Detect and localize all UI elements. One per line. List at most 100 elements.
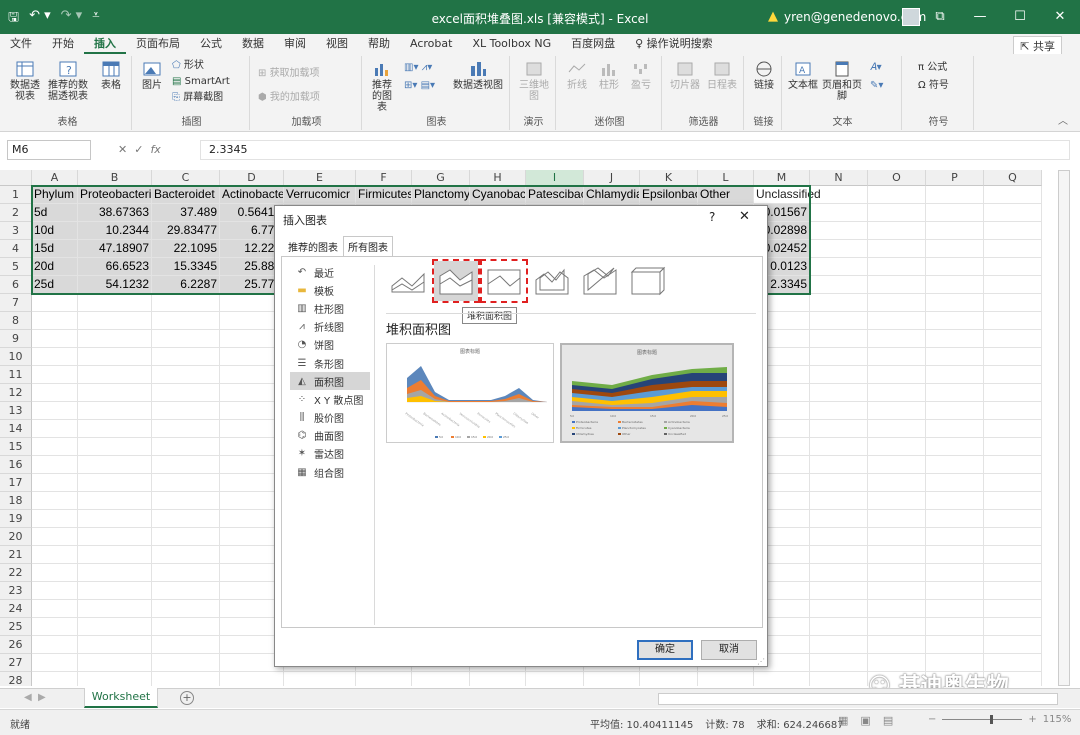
cell-I28[interactable] xyxy=(526,672,584,686)
cell-A22[interactable] xyxy=(32,564,78,582)
cell-P6[interactable] xyxy=(926,276,984,294)
cell-O10[interactable] xyxy=(868,348,926,366)
cell-B3[interactable]: 10.2344 xyxy=(78,222,152,240)
cell-C13[interactable] xyxy=(152,402,220,420)
column-header-K[interactable]: K xyxy=(640,170,698,186)
row-header-11[interactable]: 11 xyxy=(0,366,32,384)
cell-A13[interactable] xyxy=(32,402,78,420)
cell-C6[interactable]: 6.2287 xyxy=(152,276,220,294)
tab-insert[interactable]: 插入 xyxy=(84,34,126,54)
cell-O21[interactable] xyxy=(868,546,926,564)
cell-N7[interactable] xyxy=(810,294,868,312)
cell-A11[interactable] xyxy=(32,366,78,384)
cell-B25[interactable] xyxy=(78,618,152,636)
cell-A12[interactable] xyxy=(32,384,78,402)
cell-O8[interactable] xyxy=(868,312,926,330)
cell-A23[interactable] xyxy=(32,582,78,600)
cell-O12[interactable] xyxy=(868,384,926,402)
horizontal-scrollbar[interactable] xyxy=(658,693,1058,705)
column-header-B[interactable]: B xyxy=(78,170,152,186)
cell-C11[interactable] xyxy=(152,366,220,384)
equation-button[interactable]: π 公式 xyxy=(918,62,947,73)
cell-O11[interactable] xyxy=(868,366,926,384)
cell-C28[interactable] xyxy=(152,672,220,686)
symbol-button[interactable]: Ω 符号 xyxy=(918,80,949,91)
cell-N2[interactable] xyxy=(810,204,868,222)
cell-A25[interactable] xyxy=(32,618,78,636)
cell-Q14[interactable] xyxy=(984,420,1042,438)
cell-Q11[interactable] xyxy=(984,366,1042,384)
name-box[interactable]: M6 xyxy=(7,140,91,160)
cell-A5[interactable]: 20d xyxy=(32,258,78,276)
formula-input[interactable]: 2.3345 xyxy=(200,140,1070,160)
tab-page-layout[interactable]: 页面布局 xyxy=(126,34,190,54)
row-header-22[interactable]: 22 xyxy=(0,564,32,582)
cell-Q21[interactable] xyxy=(984,546,1042,564)
subtype-3d-stacked-area[interactable] xyxy=(578,261,622,301)
recommended-pivot-button[interactable]: ? 推荐的数据透视表 xyxy=(46,60,90,102)
chart-category-11[interactable]: ▦ 组合图 xyxy=(290,463,370,481)
cancel-icon[interactable]: ✕ xyxy=(118,143,127,156)
cell-O22[interactable] xyxy=(868,564,926,582)
tell-me-search[interactable]: ♀ 操作说明搜索 xyxy=(625,34,723,54)
column-header-J[interactable]: J xyxy=(584,170,640,186)
cell-C8[interactable] xyxy=(152,312,220,330)
cell-N10[interactable] xyxy=(810,348,868,366)
ok-button[interactable]: 确定 xyxy=(637,640,693,660)
column-header-O[interactable]: O xyxy=(868,170,926,186)
vertical-scrollbar[interactable] xyxy=(1058,170,1070,686)
cell-Q20[interactable] xyxy=(984,528,1042,546)
cell-C20[interactable] xyxy=(152,528,220,546)
chart-category-1[interactable]: ▬ 模板 xyxy=(290,281,370,299)
cell-O16[interactable] xyxy=(868,456,926,474)
cell-N9[interactable] xyxy=(810,330,868,348)
signature-button[interactable]: ✎▾ xyxy=(870,80,883,91)
cell-B20[interactable] xyxy=(78,528,152,546)
resize-grip-icon[interactable]: ⋰ xyxy=(757,657,765,666)
cell-P26[interactable] xyxy=(926,636,984,654)
cell-B21[interactable] xyxy=(78,546,152,564)
cell-J1[interactable]: Chlamydia xyxy=(584,186,640,204)
zoom-out-icon[interactable]: − xyxy=(928,714,936,725)
cell-A10[interactable] xyxy=(32,348,78,366)
cell-A14[interactable] xyxy=(32,420,78,438)
cell-N26[interactable] xyxy=(810,636,868,654)
cell-C10[interactable] xyxy=(152,348,220,366)
cell-O5[interactable] xyxy=(868,258,926,276)
row-header-24[interactable]: 24 xyxy=(0,600,32,618)
cell-N15[interactable] xyxy=(810,438,868,456)
cell-P7[interactable] xyxy=(926,294,984,312)
cell-P15[interactable] xyxy=(926,438,984,456)
cell-Q17[interactable] xyxy=(984,474,1042,492)
row-header-10[interactable]: 10 xyxy=(0,348,32,366)
cell-C22[interactable] xyxy=(152,564,220,582)
row-header-16[interactable]: 16 xyxy=(0,456,32,474)
cell-P4[interactable] xyxy=(926,240,984,258)
column-header-E[interactable]: E xyxy=(284,170,356,186)
cell-N23[interactable] xyxy=(810,582,868,600)
cell-B11[interactable] xyxy=(78,366,152,384)
screenshot-button[interactable]: ⎘ 屏幕截图 xyxy=(172,92,223,103)
column-header-I[interactable]: I xyxy=(526,170,584,186)
cell-P14[interactable] xyxy=(926,420,984,438)
cell-O2[interactable] xyxy=(868,204,926,222)
cell-C5[interactable]: 15.3345 xyxy=(152,258,220,276)
subtype-area[interactable] xyxy=(386,261,430,301)
cell-Q12[interactable] xyxy=(984,384,1042,402)
chart-category-4[interactable]: ◔ 饼图 xyxy=(290,336,370,354)
cell-O14[interactable] xyxy=(868,420,926,438)
cell-Q26[interactable] xyxy=(984,636,1042,654)
cell-B24[interactable] xyxy=(78,600,152,618)
preview-by-column[interactable]: 图表标题 5d 10d 15d 20d 25d Proteobacteria Bacte… xyxy=(560,343,734,443)
cell-Q8[interactable] xyxy=(984,312,1042,330)
cell-F28[interactable] xyxy=(356,672,412,686)
cell-A20[interactable] xyxy=(32,528,78,546)
zoom-level[interactable]: 115% xyxy=(1043,714,1072,725)
cell-A18[interactable] xyxy=(32,492,78,510)
cell-Q22[interactable] xyxy=(984,564,1042,582)
minimize-button[interactable]: — xyxy=(960,0,1000,34)
cell-B16[interactable] xyxy=(78,456,152,474)
cell-A28[interactable] xyxy=(32,672,78,686)
cell-O24[interactable] xyxy=(868,600,926,618)
row-header-19[interactable]: 19 xyxy=(0,510,32,528)
